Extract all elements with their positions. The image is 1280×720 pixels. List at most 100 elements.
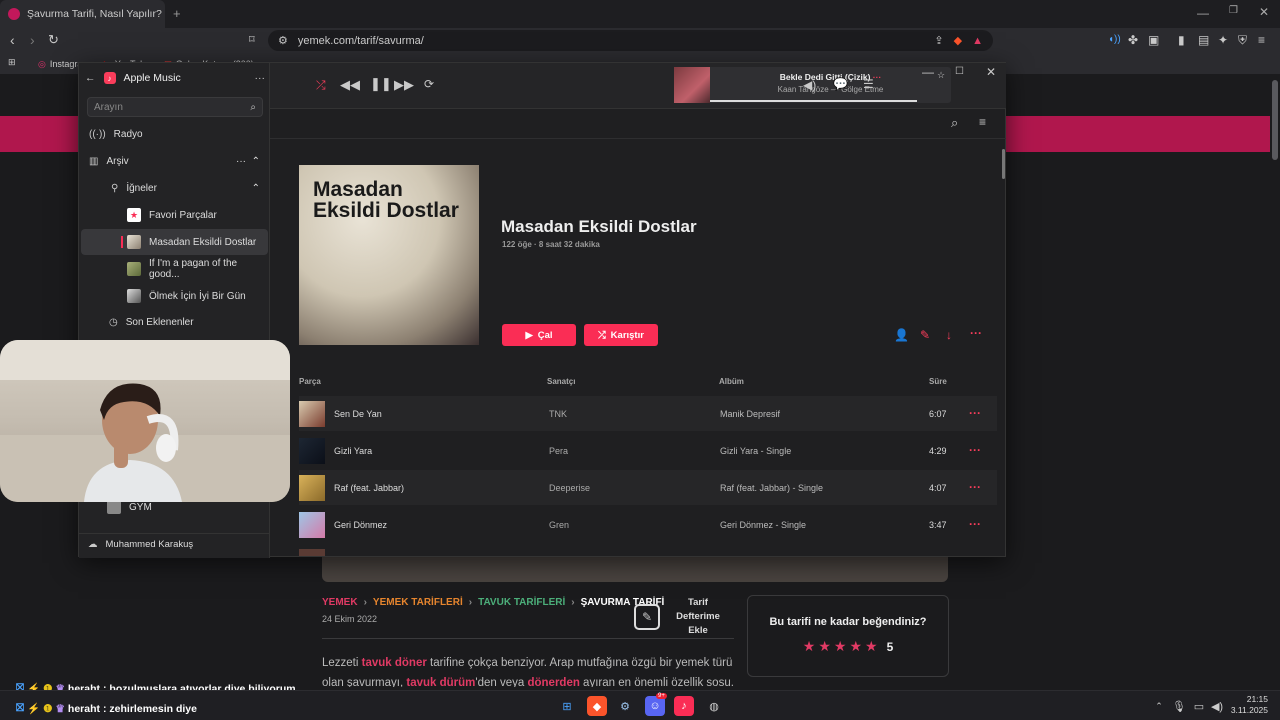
back-icon[interactable]: ←: [85, 72, 96, 84]
forward-icon[interactable]: ›: [30, 32, 35, 48]
star-icon[interactable]: ★: [803, 638, 816, 655]
back-icon[interactable]: ‹: [10, 32, 15, 48]
audio-icon[interactable]: ◖)): [1108, 34, 1121, 45]
menu-icon[interactable]: ≡: [1258, 33, 1265, 47]
breadcrumb-yemek[interactable]: YEMEK: [322, 597, 358, 608]
more-icon[interactable]: ···: [969, 443, 981, 457]
more-icon[interactable]: ···: [873, 72, 882, 82]
bookmark-icon[interactable]: ⌑: [249, 33, 255, 46]
favorite-star-icon[interactable]: ☆: [937, 70, 945, 81]
sidebar-item-gym[interactable]: GYM: [107, 500, 152, 514]
shuffle-icon[interactable]: ⤮: [316, 78, 326, 93]
more-icon[interactable]: ···: [969, 480, 981, 494]
sidebar-item-pins[interactable]: ⚲ İğneler ⌃: [81, 175, 268, 201]
star-icon[interactable]: ★: [849, 638, 862, 655]
more-icon[interactable]: ···: [969, 517, 981, 531]
col-artist[interactable]: Sanatçı: [547, 377, 575, 386]
minimize-icon[interactable]: —: [922, 65, 934, 79]
brave-browser-icon[interactable]: ◆: [587, 696, 607, 716]
link-doner[interactable]: dönerden: [527, 677, 579, 687]
search-input[interactable]: Arayın ⌕: [87, 97, 263, 117]
discord-icon[interactable]: ☺: [645, 696, 665, 716]
windows-start-icon[interactable]: ⊞: [557, 696, 577, 716]
page-scrollbar[interactable]: [1272, 80, 1278, 160]
star-icon[interactable]: ★: [865, 638, 878, 655]
search-icon[interactable]: ⌕: [951, 115, 958, 131]
brave-rewards-icon[interactable]: ▲: [972, 35, 983, 47]
repeat-icon[interactable]: ⟳: [424, 77, 434, 91]
shuffle-button[interactable]: ⤮ Karıştır: [584, 324, 658, 346]
track-row[interactable]: Geri Dönmez Gren Geri Dönmez - Single 3:…: [299, 507, 997, 542]
wallet-icon[interactable]: ▤: [1198, 33, 1209, 47]
breadcrumb-tavuk-tarifleri[interactable]: TAVUK TARİFLERİ: [478, 597, 565, 608]
more-icon[interactable]: ···: [236, 156, 246, 167]
breadcrumb-yemek-tarifleri[interactable]: YEMEK TARİFLERİ: [373, 597, 463, 608]
minimize-icon[interactable]: —: [1197, 6, 1209, 20]
chevron-up-icon[interactable]: ⌃: [252, 156, 260, 167]
track-album[interactable]: Geri Dönmez - Single: [720, 520, 806, 530]
track-artist[interactable]: Pera: [549, 446, 568, 456]
speaker-icon[interactable]: ◀): [1207, 696, 1227, 716]
tray-chevron-icon[interactable]: ⌃: [1149, 696, 1169, 716]
rating-stars[interactable]: ★ ★ ★ ★ ★ 5: [748, 638, 948, 655]
volume-icon[interactable]: ◀): [803, 78, 816, 92]
col-duration[interactable]: Süre: [929, 377, 947, 386]
playback-progress[interactable]: [710, 100, 917, 102]
brave-shields-icon[interactable]: ◆: [954, 34, 962, 47]
maximize-icon[interactable]: ☐: [955, 66, 964, 77]
new-tab-button[interactable]: +: [173, 6, 181, 21]
window-close-icon[interactable]: ✕: [1259, 5, 1269, 19]
reader-icon[interactable]: ▣: [1148, 33, 1159, 47]
track-album[interactable]: Gizli Yara - Single: [720, 446, 791, 456]
network-icon[interactable]: ▭: [1189, 696, 1209, 716]
edit-icon[interactable]: ✎: [920, 328, 930, 342]
link-tavuk-durum[interactable]: tavuk dürüm: [406, 677, 475, 687]
track-row[interactable]: Gizli Yara Pera Gizli Yara - Single 4:29…: [299, 433, 997, 468]
sidebar-item-recent[interactable]: ◷ Son Eklenenler: [81, 309, 268, 335]
browser-tab[interactable]: Şavurma Tarifi, Nasıl Yapılır? (Re... ✕: [0, 0, 165, 28]
next-icon[interactable]: ▶▶: [394, 77, 414, 93]
share-icon[interactable]: ⇪: [934, 34, 943, 47]
download-icon[interactable]: ↓: [946, 328, 952, 342]
sidebar-item-favorites[interactable]: ★ Favori Parçalar: [81, 202, 268, 228]
pause-icon[interactable]: ❚❚: [370, 76, 392, 92]
sidebar-icon[interactable]: ▮: [1178, 33, 1185, 47]
app-icon[interactable]: ◍: [704, 696, 724, 716]
site-info-icon[interactable]: ⚙: [278, 34, 288, 47]
lyrics-icon[interactable]: 💬: [833, 77, 848, 91]
star-icon[interactable]: ★: [818, 638, 831, 655]
track-row-partial[interactable]: [299, 544, 997, 556]
add-to-notebook-button[interactable]: ✎ Tarif Defterime Ekle: [634, 596, 730, 638]
sidebar-item-radio[interactable]: ((·)) Radyo: [81, 121, 268, 147]
reload-icon[interactable]: ↻: [48, 32, 59, 48]
apps-grid-icon[interactable]: ⊞: [8, 57, 16, 68]
track-artist[interactable]: Deeperise: [549, 483, 590, 493]
more-icon[interactable]: ···: [970, 326, 982, 340]
close-icon[interactable]: ✕: [986, 65, 996, 79]
track-artist[interactable]: Gren: [549, 520, 569, 530]
extensions-icon[interactable]: ✤: [1128, 33, 1138, 47]
track-album[interactable]: Raf (feat. Jabbar) - Single: [720, 483, 823, 493]
content-scrollbar[interactable]: [1002, 149, 1005, 179]
sidebar-item-masadan[interactable]: Masadan Eksildi Dostlar: [81, 229, 268, 255]
col-album[interactable]: Albüm: [719, 377, 744, 386]
system-clock[interactable]: 21:15 3.11.2025: [1231, 694, 1268, 716]
col-track[interactable]: Parça: [299, 377, 321, 386]
restore-icon[interactable]: ❐: [1229, 5, 1238, 16]
sidebar-item-archive[interactable]: ▥ Arşiv ··· ⌃: [81, 148, 268, 174]
queue-icon[interactable]: ☰: [863, 77, 874, 91]
steam-icon[interactable]: ⚙: [615, 696, 635, 716]
previous-icon[interactable]: ◀◀: [340, 77, 360, 93]
vpn-icon[interactable]: ⛨: [1238, 33, 1247, 48]
star-icon[interactable]: ★: [834, 638, 847, 655]
microphone-icon[interactable]: 🎙: [1169, 696, 1189, 716]
leo-ai-icon[interactable]: ✦: [1218, 33, 1228, 47]
more-icon[interactable]: ···: [969, 406, 981, 420]
track-row[interactable]: Raf (feat. Jabbar) Deeperise Raf (feat. …: [299, 470, 997, 505]
track-album[interactable]: Manik Depresif: [720, 409, 780, 419]
sidebar-item-pagan[interactable]: If I'm a pagan of the good...: [81, 256, 268, 282]
sidebar-user[interactable]: ☁ Muhammed Karakuş: [78, 533, 269, 555]
track-artist[interactable]: TNK: [549, 409, 567, 419]
url-bar[interactable]: ⚙ yemek.com/tarif/savurma/ ⇪ ◆ ▲: [268, 30, 993, 51]
apple-music-taskbar-icon[interactable]: ♪: [674, 696, 694, 716]
